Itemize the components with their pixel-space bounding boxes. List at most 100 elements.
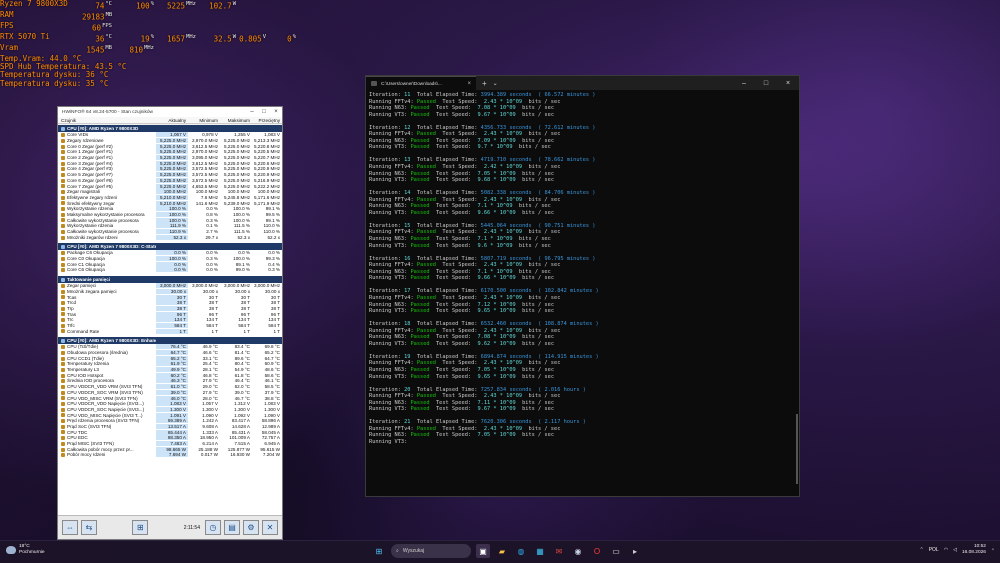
terminal-window[interactable]: C:\Users\owner\Downloads\... × + ⌄ – □ ×…	[365, 75, 800, 497]
sensor-row[interactable]: CPU VDDCR_SOC VRM (SVI3 TFN) 39.0 °C 27.9 …	[58, 389, 282, 396]
close-sensors-icon[interactable]: ✕	[262, 520, 278, 535]
sensor-row[interactable]: Core C1 Okupacja 0.0 % 0.0 % 89.1 % 0.4 %	[58, 261, 282, 267]
sensor-row[interactable]: Wykorzystanie rdzenia 111.9 % 0.1 % 111.5 %…	[58, 223, 282, 229]
sensor-row[interactable]: Mnożnik zegara pamięci 30.00 x 30.00 x 30.0…	[58, 288, 282, 295]
sensor-group-header[interactable]: CPU [#0]: AMD Ryzen 7 9800X3D	[58, 125, 282, 132]
search-box[interactable]: ⌕ Wyszukaj	[391, 544, 471, 558]
hwinfo-window[interactable]: HWiNFO® 64 v8.24-5700 - Stan czujników –…	[57, 106, 283, 540]
sensor-row[interactable]: Trfc 584 T 584 T 584 T 584 T	[58, 322, 282, 329]
col-header[interactable]: Czujnik	[58, 118, 156, 123]
volume-icon[interactable]: ◁	[953, 547, 957, 553]
sensor-row[interactable]: CPU IOD Hotspot 60.2 °C 46.8 °C 61.8 °C 58.6…	[58, 372, 282, 378]
minimize-icon[interactable]: –	[733, 80, 755, 87]
sensor-group-header[interactable]: CPU [#0]: AMD Ryzen 7 9800X3D: C-State O…	[58, 243, 282, 251]
maximize-icon[interactable]: □	[755, 80, 777, 87]
sensor-row[interactable]: Całkowite wykorzystanie procesora 100.0 %…	[58, 217, 282, 223]
sensor-row[interactable]: CPU VDDCR_SOC Napięcie (SVI3...) 1.300 V 1…	[58, 406, 282, 413]
sensor-row[interactable]: Trcd 38 T 38 T 38 T 38 T	[58, 300, 282, 306]
task-view-icon[interactable]: ▣	[476, 544, 490, 558]
sensor-row[interactable]: Core 3 Zegar (perf #4) 5,225.0 MHz 3,612.5…	[58, 160, 282, 166]
sensor-row[interactable]: Core 2 Zegar (perf #1) 5,225.0 MHz 3,095.0…	[58, 155, 282, 161]
notification-icon[interactable]: ◔	[991, 547, 994, 553]
clock-icon[interactable]: ◷	[205, 520, 221, 535]
sensor-row[interactable]: Obudowa procesora (średnia) 64.7 °C 46.6 °…	[58, 350, 282, 356]
sensor-row[interactable]: Trc 134 T 134 T 134 T 134 T	[58, 317, 282, 323]
sensor-row[interactable]: Pręd rdzenia procesora (SVI3 TFN) 69.389 …	[58, 418, 282, 424]
sensor-row[interactable]: Command Rate 1 T 1 T 1 T 1 T	[58, 328, 282, 334]
maximize-icon[interactable]: □	[258, 109, 270, 115]
sensor-row[interactable]: Całkowita pobór mocy przez pr... 98.665 W…	[58, 446, 282, 452]
sensor-row[interactable]: Efektywne zegary rdzeni 5,210.0 MHz 7.6 MH…	[58, 194, 282, 201]
scrollbar-thumb[interactable]	[796, 414, 798, 484]
language-indicator[interactable]: POL	[929, 547, 939, 553]
sensor-row[interactable]: Core VIDs 1,067 V 0,978 V 1,255 V 1,083 V	[58, 132, 282, 138]
scrollbar[interactable]	[795, 92, 798, 494]
sensor-row[interactable]: Core 5 Zegar (perf #7) 5,225.0 MHz 3,572.5…	[58, 172, 282, 178]
sensor-row[interactable]: Tcas 30 T 30 T 30 T 30 T	[58, 294, 282, 300]
sensor-row[interactable]: Średnia IOD procesora 46.3 °C 27.9 °C 46.4 …	[58, 378, 282, 384]
chevron-up-icon[interactable]: ⌃	[920, 547, 924, 553]
clock[interactable]: 10:52 16.08.2026	[962, 544, 986, 556]
sensor-row[interactable]: Core 0 Zegar (perf #2) 5,225.0 MHz 3,612.5…	[58, 143, 282, 149]
sensor-row[interactable]: CPU (Tctl/Tdie) 76.4 °C 46.9 °C 83.4 °C 69.8…	[58, 344, 282, 350]
sensor-row[interactable]: Prąd MISC (SVI3 TFN) 7.463 A 6.214 A 7.515 …	[58, 441, 282, 447]
wifi-icon[interactable]: ◠	[944, 547, 948, 553]
terminal-tab[interactable]: C:\Users\owner\Downloads\... ×	[366, 76, 476, 90]
sensor-row[interactable]: Core C0 Okupacja 100.0 % 0.3 % 100.0 % 99.3 …	[58, 256, 282, 262]
network-icon[interactable]: ⊞	[132, 520, 149, 535]
settings-icon[interactable]: ⚙	[243, 520, 259, 535]
sensor-group-header[interactable]: Taktowanie pamięci	[58, 275, 282, 283]
sensor-row[interactable]: Zegar magistrali 100.0 MHz 100.0 MHz 100.0 …	[58, 189, 282, 195]
sensor-row[interactable]: Temperatury rdzenia 61.9 °C 25.4 °C 80.4 °C…	[58, 361, 282, 367]
steam-icon[interactable]: ◉	[571, 544, 585, 558]
sensor-row[interactable]: CPU VDD_MISC VRM (SVI3 TFN) 46.0 °C 28.0 °…	[58, 395, 282, 401]
close-icon[interactable]: ×	[270, 109, 282, 115]
gmail-icon[interactable]: ✉	[552, 544, 566, 558]
chevron-down-icon[interactable]: ⌄	[493, 80, 498, 87]
close-tab-icon[interactable]: ×	[467, 81, 471, 87]
sensor-row[interactable]: Wykorzystanie rdzenia 100.0 % 0.0 % 100.0 %…	[58, 206, 282, 212]
sensor-row[interactable]: Zegary rdzeniowe 5,225.0 MHz 2,970.0 MHz 5,…	[58, 138, 282, 144]
sensor-row[interactable]: Mnożniki zegarów rdzeni 52.3 x 29.7 x 52.3 …	[58, 234, 282, 240]
sensor-row[interactable]: CPU EDC 88.350 A 18.950 A 101.009 A 72.757 A	[58, 435, 282, 441]
sensor-row[interactable]: Core 7 Zegar (perf #5) 5,225.0 MHz 4,653.5…	[58, 183, 282, 189]
opera-icon[interactable]: O	[590, 544, 604, 558]
sensor-row[interactable]: Całkowite wykorzystanie procesora 110.9 %…	[58, 229, 282, 235]
sensor-row[interactable]: Zegar pamięci 3,000.0 MHz 3,000.0 MHz 3,000…	[58, 283, 282, 289]
weather-widget[interactable]: 18°C Pochmurnie	[6, 544, 45, 555]
sensor-row[interactable]: Średni efektywny zegar 5,210.0 MHz 141.6 M…	[58, 200, 282, 206]
sensor-row[interactable]: Tras 96 T 96 T 96 T 96 T	[58, 311, 282, 317]
terminal-app-icon[interactable]: ▸	[628, 544, 642, 558]
sensor-row[interactable]: CPU VDDCR_VDD Napięcie (SVI3...) 1.083 V 1…	[58, 401, 282, 407]
edge-icon[interactable]: ◍	[514, 544, 528, 558]
sensor-row[interactable]: Trp 38 T 38 T 38 T 38 T	[58, 305, 282, 312]
sensor-row[interactable]: Core 4 Zegar (perf #3) 5,225.0 MHz 3,572.5…	[58, 166, 282, 172]
monitor-icon[interactable]: ▭	[609, 544, 623, 558]
arrows-double-icon[interactable]: ⇆	[81, 520, 97, 535]
store-icon[interactable]: ▦	[533, 544, 547, 558]
sensor-row[interactable]: Core 6 Zegar (perf #6) 5,225.0 MHz 3,572.5…	[58, 177, 282, 184]
sensor-row[interactable]: Package C6 Okupacja 0.0 % 0.0 % 0.0 % 0.0 %	[58, 250, 282, 256]
minimize-icon[interactable]: –	[246, 109, 258, 115]
sensor-row[interactable]: CPU TDC 65.444 A 1.333 A 85.431 A 58.045 A	[58, 429, 282, 435]
col-header[interactable]: Aktualny	[156, 118, 188, 123]
new-tab-icon[interactable]: +	[482, 79, 487, 88]
terminal-output[interactable]: Iteration: 11 Total Elapsed Time: 3994.3…	[369, 92, 796, 494]
sensor-row[interactable]: Prąd SoC (SVI3 TFN) 13.517 A 9.608 A 14.628…	[58, 423, 282, 430]
col-header[interactable]: Minimum	[188, 118, 220, 123]
sensor-row[interactable]: Pobór mocy rdzeni 7.694 W 0.017 W 16.930 W 7…	[58, 452, 282, 458]
sensor-group-header[interactable]: CPU [#0]: AMD Ryzen 7 9800X3D: Enhanced	[58, 337, 282, 344]
col-header[interactable]: Maksimum	[220, 118, 252, 123]
sensor-row[interactable]: Core 1 Zegar (perf #1) 5,225.0 MHz 2,970.0…	[58, 149, 282, 155]
file-explorer-icon[interactable]: ▰	[495, 544, 509, 558]
report-icon[interactable]: ▤	[224, 520, 240, 535]
windows-start-icon[interactable]: ⊞	[372, 544, 386, 558]
sensor-row[interactable]: CPU VDDCR_VDD VRM (SVI3 TFN) 61.0 °C 29.0 …	[58, 384, 282, 390]
hwinfo-titlebar[interactable]: HWiNFO® 64 v8.24-5700 - Stan czujników –…	[58, 107, 282, 117]
sensor-row[interactable]: Maksymalne wykorzystanie procesora 100.0 …	[58, 211, 282, 218]
sensor-list[interactable]: CPU [#0]: AMD Ryzen 7 9800X3D Core VIDs 1,…	[58, 125, 282, 515]
arrows-left-right-icon[interactable]: ⇔	[62, 520, 78, 535]
sensor-row[interactable]: CPU CCD1 (Tdie) 65.2 °C 33.1 °C 89.6 °C 64.7…	[58, 355, 282, 361]
col-header[interactable]: Przeciętny	[252, 118, 282, 123]
close-icon[interactable]: ×	[777, 80, 799, 87]
